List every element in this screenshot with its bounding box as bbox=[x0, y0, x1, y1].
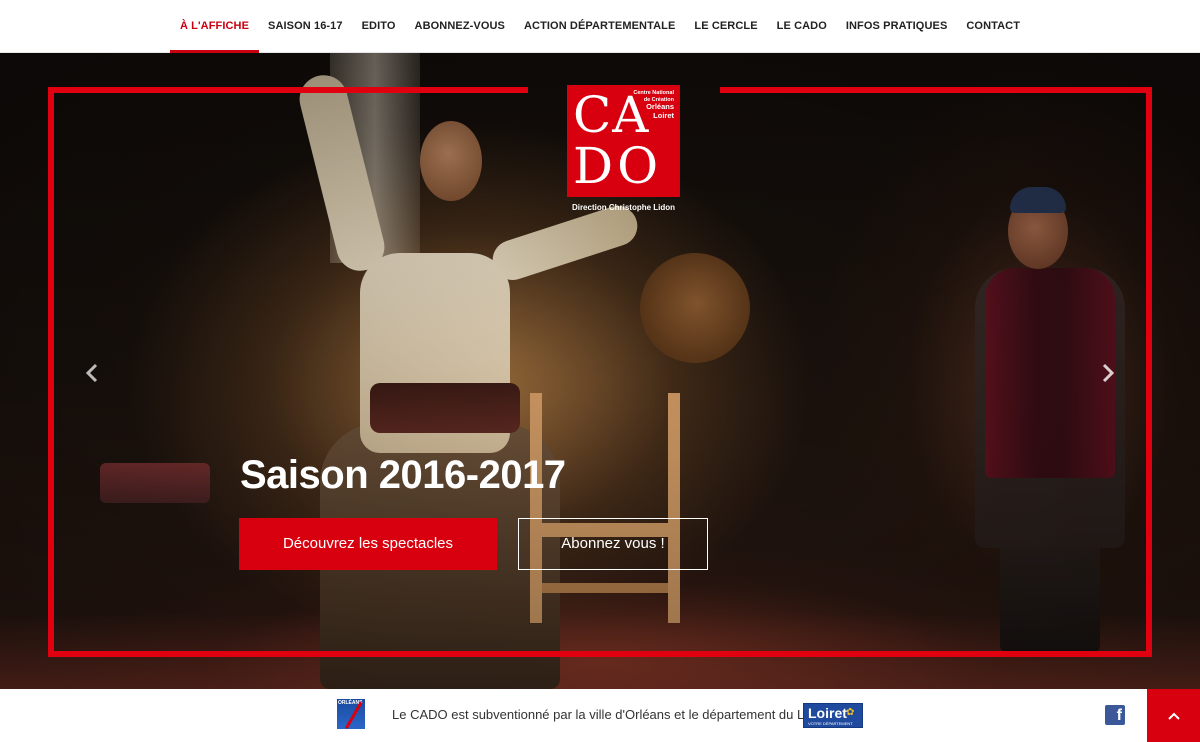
slider-next-button[interactable] bbox=[1096, 363, 1120, 387]
chevron-left-icon bbox=[85, 363, 98, 383]
orleans-logo[interactable]: ORLÉANS bbox=[337, 699, 380, 739]
facebook-icon[interactable]: f bbox=[1105, 705, 1125, 725]
nav-item-le-cado[interactable]: LE CADO bbox=[767, 0, 836, 53]
footer-bar: ORLÉANS Le CADO est subventionné par la … bbox=[0, 689, 1200, 742]
red-frame-right bbox=[1146, 87, 1152, 657]
discover-shows-button[interactable]: Découvrez les spectacles bbox=[239, 518, 497, 570]
loiret-logo[interactable]: Loiret VOTRE DÉPARTEMENT ✿ bbox=[803, 703, 863, 728]
loiret-logo-label: Loiret bbox=[808, 705, 847, 721]
nav-item-a-l-affiche[interactable]: À L'AFFICHE bbox=[170, 0, 259, 53]
red-frame-top-right bbox=[720, 87, 1152, 93]
slider-prev-button[interactable] bbox=[80, 363, 104, 387]
nav-menu: À L'AFFICHE SAISON 16-17 EDITO ABONNEZ-V… bbox=[0, 0, 1200, 53]
logo-direction: Direction Christophe Lidon bbox=[571, 203, 676, 212]
footer-sponsor-text: Le CADO est subventionné par la ville d'… bbox=[392, 707, 830, 722]
hero-title: Saison 2016-2017 bbox=[240, 453, 566, 497]
hero-slider: Centre National de Création Orléans Loir… bbox=[0, 53, 1200, 689]
loiret-logo-sub: VOTRE DÉPARTEMENT bbox=[808, 721, 853, 726]
subscribe-button[interactable]: Abonnez vous ! bbox=[518, 518, 708, 570]
red-frame-top-left bbox=[48, 87, 528, 93]
chevron-up-icon bbox=[1168, 712, 1180, 720]
nav-item-infos-pratiques[interactable]: INFOS PRATIQUES bbox=[836, 0, 957, 53]
loiret-flower-icon: ✿ bbox=[846, 707, 855, 718]
cado-logo[interactable]: Centre National de Création Orléans Loir… bbox=[567, 85, 680, 197]
back-to-top-button[interactable] bbox=[1147, 689, 1200, 742]
red-frame-left bbox=[48, 87, 54, 657]
nav-item-contact[interactable]: CONTACT bbox=[957, 0, 1030, 53]
main-navigation: À L'AFFICHE SAISON 16-17 EDITO ABONNEZ-V… bbox=[0, 0, 1200, 53]
nav-item-abonnez-vous[interactable]: ABONNEZ-VOUS bbox=[405, 0, 514, 53]
red-frame-bottom bbox=[48, 651, 1152, 657]
nav-item-le-cercle[interactable]: LE CERCLE bbox=[685, 0, 767, 53]
logo-do: DO bbox=[573, 137, 663, 195]
nav-item-saison[interactable]: SAISON 16-17 bbox=[259, 0, 353, 53]
nav-item-action-departementale[interactable]: ACTION DÉPARTEMENTALE bbox=[514, 0, 684, 53]
nav-item-edito[interactable]: EDITO bbox=[352, 0, 405, 53]
chevron-right-icon bbox=[1102, 363, 1115, 383]
logo-ca: CA bbox=[573, 86, 650, 144]
